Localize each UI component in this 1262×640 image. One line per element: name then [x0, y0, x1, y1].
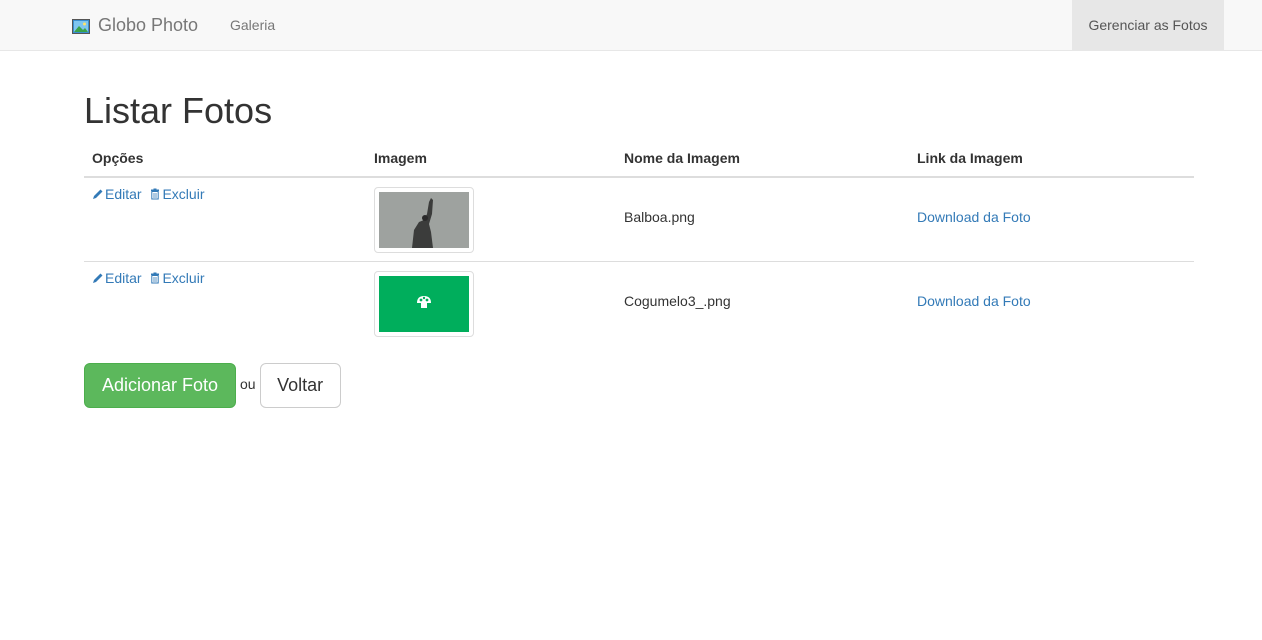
table-row: Editar Excluir: [84, 261, 1194, 345]
image-cell: [366, 261, 616, 345]
cogumelo-image: [379, 276, 469, 332]
back-button[interactable]: Voltar: [259, 363, 341, 408]
image-thumbnail: [374, 271, 474, 337]
actions-bar: Adicionar Foto ou Voltar: [84, 363, 341, 408]
image-cell: [366, 177, 616, 262]
page-title: Listar Fotos: [84, 90, 273, 131]
table-row: Editar Excluir: [84, 177, 1194, 262]
delete-label: Excluir: [162, 186, 205, 202]
options-cell: Editar Excluir: [84, 261, 366, 345]
link-cell: Download da Foto: [909, 261, 1194, 345]
image-name-cell: Cogumelo3_.png: [616, 261, 909, 345]
delete-label: Excluir: [162, 270, 205, 286]
edit-link[interactable]: Editar: [92, 186, 145, 202]
pencil-icon: [92, 271, 104, 283]
delete-link[interactable]: Excluir: [149, 186, 204, 202]
edit-label: Editar: [105, 270, 142, 286]
nav-gerenciar-fotos[interactable]: Gerenciar as Fotos: [1072, 0, 1224, 50]
edit-label: Editar: [105, 186, 142, 202]
trash-icon: [149, 187, 161, 200]
delete-link[interactable]: Excluir: [149, 270, 204, 286]
pencil-icon: [92, 187, 104, 199]
image-name-cell: Balboa.png: [624, 209, 695, 225]
header-opcoes: Opções: [84, 139, 366, 178]
table-header-row: Opções Imagem Nome da Imagem Link da Ima…: [84, 139, 1194, 178]
trash-icon: [149, 271, 161, 284]
edit-link[interactable]: Editar: [92, 270, 145, 286]
photos-table: Opções Imagem Nome da Imagem Link da Ima…: [84, 139, 1194, 345]
brand-link[interactable]: Globo Photo: [72, 0, 198, 50]
header-imagem: Imagem: [366, 139, 616, 178]
download-link[interactable]: Download da Foto: [917, 209, 1031, 225]
link-cell: Download da Foto: [909, 177, 1194, 262]
nav-galeria[interactable]: Galeria: [230, 0, 275, 50]
photo-icon: [72, 18, 90, 34]
add-photo-button[interactable]: Adicionar Foto: [84, 363, 236, 408]
download-link[interactable]: Download da Foto: [917, 293, 1031, 309]
header-nome: Nome da Imagem: [616, 139, 909, 178]
brand-label: Globo Photo: [98, 14, 199, 35]
or-label: ou: [240, 375, 256, 392]
header-link: Link da Imagem: [909, 139, 1194, 178]
options-cell: Editar Excluir: [84, 177, 366, 262]
navbar: Globo Photo Galeria Gerenciar as Fotos: [0, 0, 1262, 51]
image-thumbnail: [374, 187, 474, 253]
balboa-image: [379, 192, 469, 248]
